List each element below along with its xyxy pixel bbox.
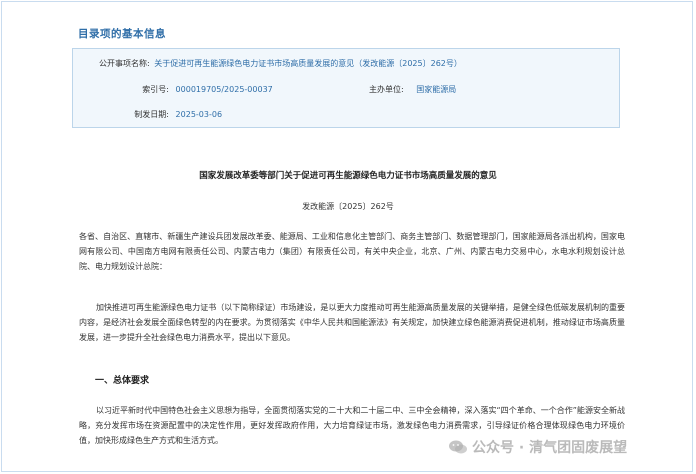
document-title: 国家发展改革委等部门关于促进可再生能源绿色电力证书市场高质量发展的意见 xyxy=(199,171,497,181)
date-row: 制发日期: 2025-03-06 xyxy=(117,109,222,120)
intro-paragraph: 加快推进可再生能源绿色电力证书（以下简称绿证）市场建设，是以更大力度推动可再生能… xyxy=(79,303,625,342)
watermark: 公众号 · 清气团固废展望 xyxy=(448,435,627,459)
date-value: 2025-03-06 xyxy=(175,110,223,119)
dept-row: 主办单位: 国家能源局 xyxy=(369,84,456,95)
date-label: 制发日期: xyxy=(134,110,169,119)
dept-value: 国家能源局 xyxy=(416,85,457,94)
index-row: 索引号: 000019705/2025-00037 xyxy=(117,84,273,95)
document-number: 发改能源〔2025〕262号 xyxy=(302,202,394,211)
index-label: 索引号: xyxy=(142,85,169,94)
dept-label: 主办单位: xyxy=(369,85,404,94)
public-item-row: 公开事项名称: 关于促进可再生能源绿色电力证书市场高质量发展的意见（发改能源〔2… xyxy=(99,58,462,69)
index-value: 000019705/2025-00037 xyxy=(175,85,273,94)
addressees-paragraph: 各省、自治区、直辖市、新疆生产建设兵团发展改革委、能源局、工业和信息化主管部门、… xyxy=(79,232,625,271)
watermark-text: 公众号 · 清气团固废展望 xyxy=(472,440,628,456)
section-heading-1: 一、总体要求 xyxy=(95,376,150,386)
info-box: 公开事项名称: 关于促进可再生能源绿色电力证书市场高质量发展的意见（发改能源〔2… xyxy=(72,48,620,128)
public-item-value[interactable]: 关于促进可再生能源绿色电力证书市场高质量发展的意见（发改能源〔2025〕262号… xyxy=(154,59,462,68)
public-item-label: 公开事项名称: xyxy=(99,59,150,68)
wechat-icon xyxy=(448,439,468,455)
section-title: 目录项的基本信息 xyxy=(78,28,166,40)
